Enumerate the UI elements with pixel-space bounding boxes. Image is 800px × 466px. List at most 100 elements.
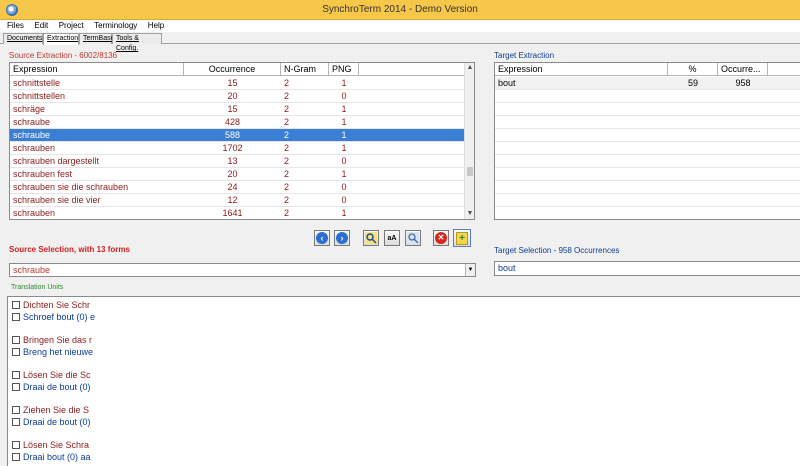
translation-unit-source[interactable]: Dichten Sie Schr [12,300,90,311]
table-cell: 1 [341,130,347,140]
table-cell: 1 [341,143,347,153]
checkbox[interactable] [12,453,20,461]
table-cell: 2 [284,156,290,166]
delete-button[interactable]: ✕ [433,230,449,246]
table-cell: schnittstelle [13,78,61,88]
back-button[interactable]: ‹ [314,230,330,246]
checkbox[interactable] [12,336,20,344]
table-cell: 1 [341,117,347,127]
search-button[interactable] [405,230,421,246]
table-row[interactable]: schraube 588 2 1 [10,129,474,142]
column-png[interactable]: PNG [329,63,359,76]
scroll-down-icon[interactable]: ▼ [465,209,474,219]
checkbox[interactable] [12,441,20,449]
table-row[interactable]: schrauben fest 20 2 1 [10,168,474,181]
menu-terminology[interactable]: Terminology [90,20,141,32]
translation-unit-source[interactable]: Lösen Sie Schra [12,440,89,451]
translation-unit-target[interactable]: Breng het nieuwe [12,347,93,358]
table-cell: schrauben [13,208,56,218]
column-target-expression[interactable]: Expression [495,63,668,76]
case-button[interactable]: aA [384,230,400,246]
table-cell: schrauben sie die schrauben [13,182,129,192]
table-row[interactable]: schrauben sie die vier 12 2 0 [10,194,474,207]
empty-row [495,129,800,142]
chevron-down-icon[interactable]: ▼ [465,264,475,276]
table-cell: 2 [284,143,290,153]
source-extraction-label: Source Extraction - 6002/8136 [9,51,118,60]
column-target-occurrence[interactable]: Occurre... [718,63,768,76]
checkbox[interactable] [12,348,20,356]
empty-row [495,116,800,129]
target-selection-label: Target Selection - 958 Occurrences [494,246,620,255]
column-occurrence[interactable]: Occurrence [184,63,281,76]
column-percent[interactable]: % [668,63,718,76]
table-row[interactable]: schrauben 1641 2 1 [10,207,474,219]
menu-edit[interactable]: Edit [30,20,52,32]
tab-documents[interactable]: Documents [3,33,43,44]
column-ngram[interactable]: N-Gram [281,63,329,76]
checkbox[interactable] [12,371,20,379]
table-cell: schnittstellen [13,91,66,101]
empty-row [495,168,800,181]
translation-unit-target[interactable]: Schroef bout (0) e [12,312,95,323]
table-row[interactable]: schrauben dargestellt 13 2 0 [10,155,474,168]
column-expression[interactable]: Expression [10,63,184,76]
add-term-button[interactable]: + [453,229,471,247]
table-cell: schräge [13,104,46,114]
table-cell: 15 [227,104,238,114]
tab-tools-config[interactable]: Tools & Config. [112,33,162,52]
checkbox[interactable] [12,313,20,321]
checkbox[interactable] [12,406,20,414]
translation-unit-target[interactable]: Draai de bout (0) [12,417,91,428]
table-cell: schrauben sie die vier [13,195,101,205]
table-cell: 2 [284,104,290,114]
table-row[interactable]: schrauben 1702 2 1 [10,142,474,155]
forward-button[interactable]: › [334,230,350,246]
menu-help[interactable]: Help [144,20,168,32]
table-row[interactable]: schraube 428 2 1 [10,116,474,129]
table-cell: 428 [224,117,241,127]
source-selection-combo[interactable]: schraube ▼ [9,263,476,277]
zoom-button[interactable] [363,230,379,246]
table-row[interactable]: schrauben sie die schrauben 24 2 0 [10,181,474,194]
empty-row [495,181,800,194]
tab-extraction[interactable]: Extraction [43,33,79,45]
table-cell: 2 [284,169,290,179]
table-row[interactable]: schnittstellen 20 2 0 [10,90,474,103]
table-cell: 20 [227,169,238,179]
translation-unit-text: Draai de bout (0) [23,382,91,392]
checkbox[interactable] [12,383,20,391]
tab-termbase[interactable]: TermBase [79,33,115,44]
menu-project[interactable]: Project [55,20,88,32]
source-table-scrollbar[interactable]: ▲ ▼ [464,63,474,219]
translation-unit-source[interactable]: Lösen Sie die Sc [12,370,91,381]
table-cell: 1 [341,208,347,218]
target-extraction-table: Expression % Occurre... bout 59 958 [494,62,800,220]
tab-bar: Documents Extraction TermBase Tools & Co… [0,32,800,52]
translation-unit-source[interactable]: Ziehen Sie die S [12,405,89,416]
zoom-icon [365,232,377,244]
table-cell: 1641 [222,208,243,218]
table-row[interactable]: bout 59 958 [495,77,800,90]
menu-files[interactable]: Files [0,20,28,32]
case-icon: aA [387,234,397,242]
target-selection-value: bout [498,263,516,273]
table-row[interactable]: schnittstelle 15 2 1 [10,77,474,90]
table-cell: 24 [227,182,238,192]
translation-unit-target[interactable]: Draai bout (0) aa [12,452,91,463]
table-cell: schraube [13,130,51,140]
scroll-up-icon[interactable]: ▲ [465,63,474,73]
translation-unit-target[interactable]: Draai de bout (0) [12,382,91,393]
empty-row [495,90,800,103]
table-cell: schraube [13,117,51,127]
translation-unit-source[interactable]: Bringen Sie das r [12,335,92,346]
scroll-thumb[interactable] [467,167,473,176]
translation-unit-text: Draai de bout (0) [23,417,91,427]
menu-bar: Files Edit Project Terminology Help [0,20,800,32]
table-row[interactable]: schräge 15 2 1 [10,103,474,116]
target-selection-field[interactable]: bout [494,261,800,276]
translation-unit-text: Dichten Sie Schr [23,300,91,310]
table-cell: 2 [284,182,290,192]
checkbox[interactable] [12,301,20,309]
checkbox[interactable] [12,418,20,426]
